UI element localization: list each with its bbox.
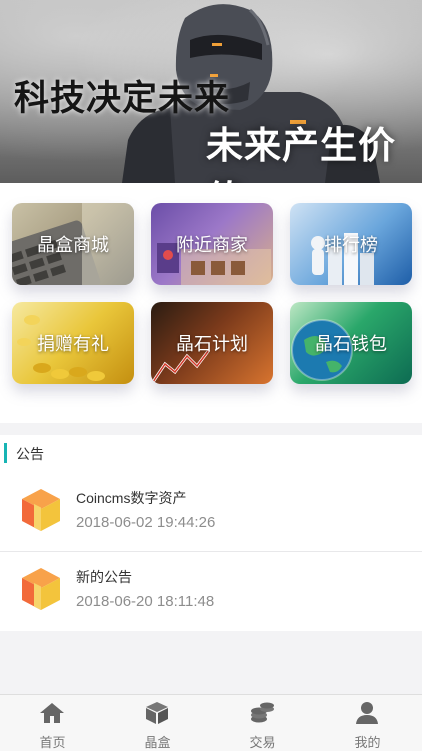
announcement-section: 公告 Coincms数字资产 2018-06-02 19:44:26 新的公告 … bbox=[0, 435, 422, 631]
tab-label: 交易 bbox=[249, 735, 276, 750]
banner-subheadline: 未来产生价值 bbox=[206, 123, 396, 183]
tile-label: 晶石计划 bbox=[176, 334, 248, 354]
announcement-title: 公告 bbox=[16, 446, 44, 462]
accent-bar bbox=[4, 443, 7, 463]
bottom-tab-bar: 首页 晶盒 交易 我的 bbox=[0, 694, 422, 751]
tab-label: 我的 bbox=[354, 735, 381, 750]
tile-crystal-wallet[interactable]: 晶石钱包 bbox=[290, 302, 412, 384]
announcement-item[interactable]: Coincms数字资产 2018-06-02 19:44:26 bbox=[0, 473, 422, 551]
box-icon bbox=[22, 489, 60, 531]
announcement-header: 公告 bbox=[0, 435, 422, 473]
tab-mine[interactable]: 我的 bbox=[315, 695, 420, 751]
tile-donation-gift[interactable]: 捐赠有礼 bbox=[12, 302, 134, 384]
announcement-item-date: 2018-06-20 18:11:48 bbox=[76, 593, 215, 610]
tile-label: 捐赠有礼 bbox=[37, 334, 109, 354]
tile-nearby-merchants[interactable]: 附近商家 bbox=[151, 203, 273, 285]
tile-label: 晶盒商城 bbox=[37, 235, 109, 255]
tile-label: 排行榜 bbox=[324, 235, 378, 255]
announcement-item-title: Coincms数字资产 bbox=[76, 490, 187, 506]
announcement-item[interactable]: 新的公告 2018-06-20 18:11:48 bbox=[0, 551, 422, 630]
user-icon bbox=[356, 702, 378, 724]
coins-icon bbox=[251, 702, 274, 723]
hero-banner[interactable]: 科技决定未来 未来产生价值 bbox=[0, 0, 422, 183]
tile-crystal-box-mall[interactable]: 晶盒商城 bbox=[12, 203, 134, 285]
feature-grid: 晶盒商城 附近商家 排行榜 捐赠有礼 晶石计划 晶石钱包 bbox=[0, 183, 422, 423]
announcement-item-title: 新的公告 bbox=[76, 569, 132, 585]
tile-crystal-plan[interactable]: 晶石计划 bbox=[151, 302, 273, 384]
announcement-item-date: 2018-06-02 19:44:26 bbox=[76, 514, 216, 531]
tab-trade[interactable]: 交易 bbox=[210, 695, 315, 751]
cube-icon bbox=[146, 702, 168, 724]
tab-label: 首页 bbox=[39, 735, 66, 750]
tab-crystal-box[interactable]: 晶盒 bbox=[105, 695, 210, 751]
tile-label: 附近商家 bbox=[176, 235, 248, 255]
home-icon bbox=[40, 703, 64, 723]
tab-label: 晶盒 bbox=[144, 735, 171, 750]
tile-ranking[interactable]: 排行榜 bbox=[290, 203, 412, 285]
banner-headline: 科技决定未来 bbox=[14, 78, 231, 119]
tile-label: 晶石钱包 bbox=[315, 334, 387, 354]
box-icon bbox=[22, 568, 60, 610]
tab-home[interactable]: 首页 bbox=[0, 695, 105, 751]
